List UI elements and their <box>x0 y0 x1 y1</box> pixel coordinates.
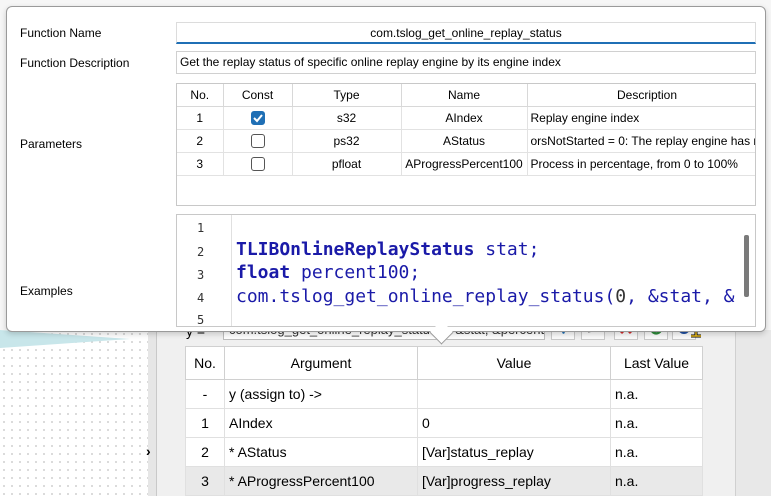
code-text: , &stat, & <box>626 286 735 307</box>
param-header-no[interactable]: No. <box>177 84 224 107</box>
param-header-description[interactable]: Description <box>527 84 755 107</box>
const-checkbox[interactable] <box>250 111 265 126</box>
code-line-3: float percent100; <box>236 262 420 283</box>
table-row[interactable]: 2 * AStatus [Var]status_replay n.a. <box>185 437 703 467</box>
param-description: orsNotStarted = 0: The replay engine has… <box>527 129 755 153</box>
param-type: ps32 <box>292 129 402 153</box>
parameters-label: Parameters <box>20 137 83 151</box>
param-name: AIndex <box>401 106 528 130</box>
arg-value[interactable] <box>417 379 611 409</box>
arg-name: y (assign to) -> <box>224 379 418 409</box>
arg-last-value: n.a. <box>610 466 703 496</box>
checkmark-icon <box>252 114 263 123</box>
function-name-field[interactable]: com.tslog_get_online_replay_status <box>176 22 756 44</box>
param-no: 3 <box>177 152 224 176</box>
param-description: Process in percentage, from 0 to 100% <box>527 152 755 176</box>
diagram-arrow-shape <box>0 330 130 348</box>
line-number: 5 <box>197 313 205 327</box>
function-name-label: Function Name <box>20 26 102 40</box>
example-code-editor[interactable]: 1 2 3 4 5 TLIBOnlineReplayStatus stat; f… <box>176 214 756 327</box>
param-no: 1 <box>177 106 224 130</box>
parameters-grid: No. Const Type Name Description 1 s32 AI… <box>176 83 756 206</box>
param-description: Replay engine index <box>527 106 755 130</box>
arg-no: 3 <box>185 466 225 496</box>
panel-scrollbar[interactable] <box>735 330 771 496</box>
arg-value[interactable]: [Var]progress_replay <box>417 466 611 496</box>
param-no: 2 <box>177 129 224 153</box>
function-description-label: Function Description <box>20 56 130 70</box>
param-const <box>223 129 293 153</box>
arg-no: 2 <box>185 437 225 467</box>
arg-last-value: n.a. <box>610 379 703 409</box>
table-row[interactable]: 1 s32 AIndex Replay engine index <box>177 106 755 130</box>
param-type: pfloat <box>292 152 402 176</box>
args-header-no[interactable]: No. <box>185 346 225 380</box>
code-text: stat; <box>474 239 540 260</box>
code-number: 0 <box>615 286 627 307</box>
table-row[interactable]: 1 AIndex 0 n.a. <box>185 408 703 438</box>
const-checkbox[interactable] <box>250 134 265 149</box>
function-description-field[interactable]: Get the replay status of specific online… <box>176 51 756 74</box>
arg-no: - <box>185 379 225 409</box>
arg-name: * AProgressPercent100 <box>224 466 418 496</box>
line-number-gutter: 1 2 3 4 5 <box>177 215 232 327</box>
table-row[interactable]: 3 * AProgressPercent100 [Var]progress_re… <box>185 466 703 496</box>
table-row[interactable]: 2 ps32 AStatus orsNotStarted = 0: The re… <box>177 129 755 153</box>
line-number: 4 <box>197 291 205 305</box>
line-number: 3 <box>197 268 205 282</box>
splitter-bar[interactable] <box>148 330 157 496</box>
code-line-2: TLIBOnlineReplayStatus stat; <box>236 239 539 260</box>
param-name: AStatus <box>401 129 528 153</box>
arg-last-value: n.a. <box>610 437 703 467</box>
param-header-name[interactable]: Name <box>401 84 528 107</box>
param-header-const[interactable]: Const <box>223 84 293 107</box>
code-text: percent100; <box>290 262 421 283</box>
line-number: 2 <box>197 245 205 259</box>
param-header-type[interactable]: Type <box>292 84 402 107</box>
param-const <box>223 106 293 130</box>
arg-value[interactable]: [Var]status_replay <box>417 437 611 467</box>
arg-name: AIndex <box>224 408 418 438</box>
code-scrollbar-thumb[interactable] <box>744 235 749 297</box>
args-header-last-value[interactable]: Last Value <box>610 346 703 380</box>
function-hint-popup: Function Name com.tslog_get_online_repla… <box>6 6 766 332</box>
table-row[interactable]: 3 pfloat AProgressPercent100 Process in … <box>177 152 755 176</box>
code-type: float <box>236 262 291 283</box>
arg-name: * AStatus <box>224 437 418 467</box>
code-line-4: com.tslog_get_online_replay_status(0, &s… <box>236 286 735 307</box>
arguments-table: No. Argument Value Last Value - y (assig… <box>185 346 703 496</box>
code-text: com.tslog_get_online_replay_status( <box>236 286 616 307</box>
args-header-value[interactable]: Value <box>417 346 611 380</box>
collapse-chevron-icon[interactable]: › <box>146 443 151 459</box>
arg-last-value: n.a. <box>610 408 703 438</box>
line-number: 1 <box>197 221 205 235</box>
param-name: AProgressPercent100 <box>401 152 528 176</box>
param-type: s32 <box>292 106 402 130</box>
table-row[interactable]: - y (assign to) -> n.a. <box>185 379 703 409</box>
args-header-argument[interactable]: Argument <box>224 346 418 380</box>
arg-no: 1 <box>185 408 225 438</box>
code-type: TLIBOnlineReplayStatus <box>236 239 475 260</box>
arg-value[interactable]: 0 <box>417 408 611 438</box>
param-const <box>223 152 293 176</box>
diagram-grid <box>0 330 148 496</box>
examples-label: Examples <box>20 284 73 298</box>
const-checkbox[interactable] <box>250 157 265 172</box>
parameters-table: No. Const Type Name Description 1 s32 AI… <box>177 84 755 176</box>
